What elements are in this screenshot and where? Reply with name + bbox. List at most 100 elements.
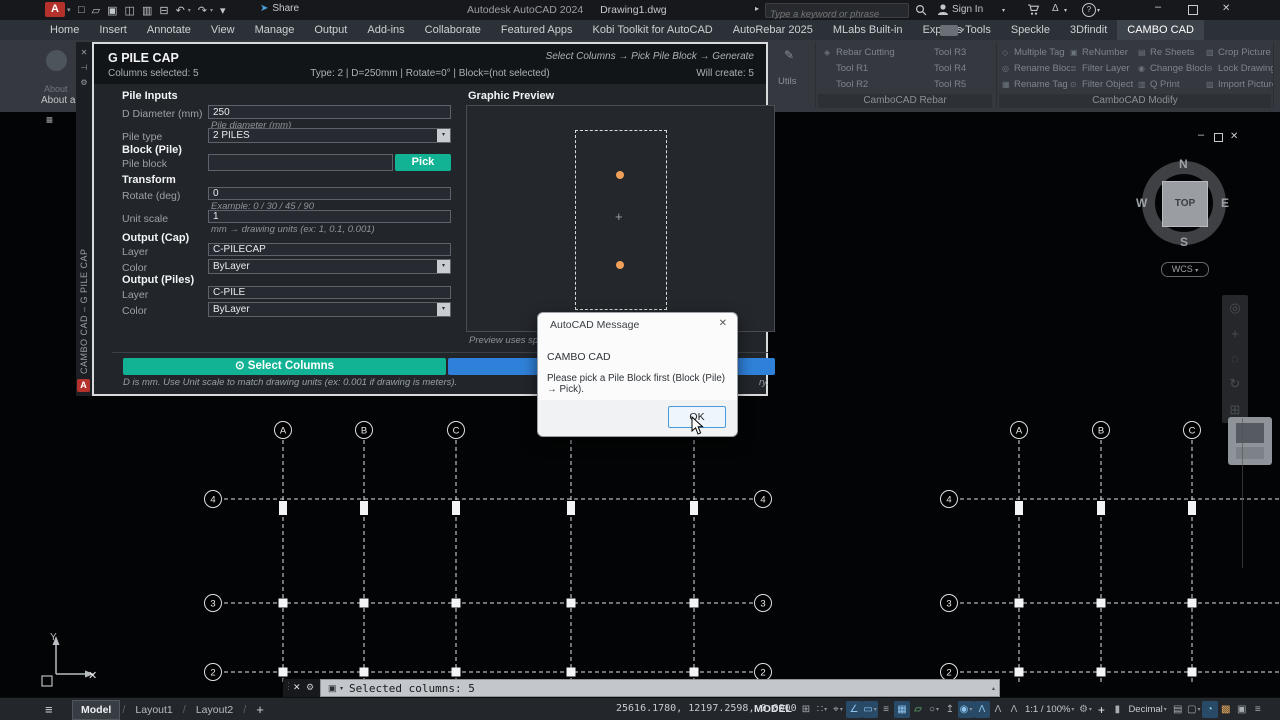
- sign-in-button[interactable]: Sign In: [952, 4, 983, 15]
- tab-autorebar-2025[interactable]: AutoRebar 2025: [723, 20, 823, 40]
- status-isolate-objects-icon[interactable]: ▩: [1218, 701, 1234, 718]
- plot-icon[interactable]: ▥: [142, 4, 152, 17]
- print-icon[interactable]: ⊟: [159, 4, 168, 17]
- palette-autohide-icon[interactable]: ⊣: [76, 63, 92, 72]
- status-layer-indicator-icon[interactable]: ▱: [910, 701, 926, 718]
- window-restore-button[interactable]: [1188, 5, 1198, 15]
- new-layout-button[interactable]: +: [248, 702, 272, 717]
- showmotion-icon[interactable]: ⊞: [1230, 402, 1241, 418]
- ribbon-item-multiple-tag[interactable]: ◇ Multiple Tag: [1002, 44, 1070, 60]
- layout-tab-layout1[interactable]: Layout1: [127, 701, 180, 719]
- tab-3dfindit[interactable]: 3Dfindit: [1060, 20, 1117, 40]
- zoom-icon[interactable]: ◌: [1231, 351, 1239, 366]
- help-caret-icon[interactable]: ▾: [1097, 7, 1100, 14]
- status-customization-menu-icon[interactable]: ≡: [1250, 701, 1266, 718]
- utils-panel-icon[interactable]: ✎: [784, 48, 794, 62]
- status-clean-screen-icon[interactable]: ▣: [1234, 701, 1250, 718]
- pile-type-select[interactable]: 2 PILES ▾: [208, 128, 451, 143]
- tab-cambo-cad[interactable]: CAMBO CAD: [1117, 20, 1204, 40]
- cart-icon[interactable]: [1028, 4, 1040, 16]
- ribbon-item-change-block[interactable]: ◉ Change Block: [1138, 60, 1206, 76]
- status-viewport-scale-icon[interactable]: 1:1 / 100% ▾: [1022, 701, 1077, 718]
- status-settings-gear-icon[interactable]: ⚙ ▾: [1077, 701, 1093, 718]
- orbit-icon[interactable]: ↻: [1230, 376, 1241, 392]
- status-lineweight-icon[interactable]: ≡: [878, 701, 894, 718]
- status-units-icon[interactable]: Decimal ▾: [1125, 701, 1169, 718]
- model-space-indicator[interactable]: MODEL: [754, 703, 792, 715]
- save-icon[interactable]: ▣: [107, 4, 117, 17]
- tab-collaborate[interactable]: Collaborate: [415, 20, 491, 40]
- tab-annotate[interactable]: Annotate: [137, 20, 201, 40]
- access-caret-icon[interactable]: ▾: [1064, 7, 1067, 14]
- panel-title-modify[interactable]: CamboCAD Modify: [999, 94, 1271, 108]
- search-icon[interactable]: [915, 4, 927, 16]
- status-annotation-autoscale-icon[interactable]: Λ: [974, 701, 990, 718]
- layout-menu-icon[interactable]: ≡: [45, 702, 53, 717]
- new-file-icon[interactable]: □: [78, 4, 85, 16]
- viewport-close-icon[interactable]: ✕: [1230, 131, 1238, 142]
- tab-view[interactable]: View: [201, 20, 245, 40]
- tab-home[interactable]: Home: [40, 20, 89, 40]
- ribbon-item-import-picture[interactable]: ▨ Import Picture: [1206, 76, 1274, 92]
- pile-block-input[interactable]: [208, 154, 393, 171]
- app-menu-button[interactable]: A: [45, 2, 65, 17]
- panel-title-rebar[interactable]: CamboCAD Rebar: [818, 94, 992, 108]
- window-close-button[interactable]: ✕: [1222, 3, 1230, 14]
- diameter-input[interactable]: [208, 105, 451, 119]
- customize-qat-icon[interactable]: ▾: [220, 4, 226, 17]
- save-as-icon[interactable]: ◫: [125, 4, 135, 17]
- viewcube-south[interactable]: S: [1180, 235, 1188, 249]
- palette-title-strip[interactable]: ✕ ⊣ ⚙ CAMBO CAD – G PILE CAP A: [76, 42, 92, 396]
- cap-color-select[interactable]: ByLayer ▾: [208, 259, 451, 274]
- command-window-icon[interactable]: ▣: [328, 683, 337, 694]
- unit-scale-input[interactable]: [208, 210, 451, 223]
- ribbon-item-rename-tag[interactable]: ▦ Rename Tag: [1002, 76, 1070, 92]
- palette-close-icon[interactable]: ✕: [76, 48, 92, 57]
- status-grid-display-icon[interactable]: ⊞: [798, 701, 814, 718]
- status-transparency-icon[interactable]: ○ ▾: [926, 701, 942, 718]
- tab-mlabs-built-in[interactable]: MLabs Built-in: [823, 20, 913, 40]
- search-expand-icon[interactable]: ▸: [755, 4, 759, 13]
- tab-speckle[interactable]: Speckle: [1001, 20, 1060, 40]
- piles-color-select[interactable]: ByLayer ▾: [208, 302, 451, 317]
- command-close-icon[interactable]: ✕: [293, 682, 301, 693]
- navigation-wheel-icon[interactable]: ◎: [1229, 300, 1240, 316]
- tab-featured-apps[interactable]: Featured Apps: [491, 20, 583, 40]
- viewport-minimize-icon[interactable]: –: [1198, 129, 1204, 141]
- tab-insert[interactable]: Insert: [89, 20, 137, 40]
- autodesk-access-icon[interactable]: Δ: [1052, 3, 1059, 14]
- status-display-settings-icon[interactable]: ▢ ▾: [1186, 701, 1202, 718]
- ribbon-display-toggle-icon[interactable]: [940, 25, 958, 36]
- cap-color-dropdown-icon[interactable]: ▾: [437, 260, 450, 273]
- ribbon-display-caret-icon[interactable]: ▾: [961, 26, 965, 34]
- piles-layer-input[interactable]: [208, 286, 451, 299]
- model-space-canvas[interactable]: A B C 4 4 3 3 2 2 A B C 4 3 2: [0, 410, 1280, 702]
- status-polar-tracking-icon[interactable]: ∠: [846, 701, 862, 718]
- viewcube-top-face[interactable]: TOP: [1162, 181, 1208, 227]
- status-snap-mode-icon[interactable]: ∷ ▾: [814, 701, 830, 718]
- app-menu-caret-icon[interactable]: ▾: [67, 6, 71, 14]
- about-button[interactable]: [46, 50, 67, 71]
- user-icon[interactable]: [938, 4, 948, 16]
- tab-output[interactable]: Output: [304, 20, 357, 40]
- status-crosshair-toggle-icon[interactable]: +: [1093, 701, 1109, 718]
- ribbon-item-tool-r2[interactable]: Tool R2: [824, 76, 922, 92]
- status-calculator-icon[interactable]: ▤: [1170, 701, 1186, 718]
- status-graphics-performance-icon[interactable]: ◔: [1201, 701, 1218, 718]
- select-columns-button[interactable]: ⊙ Select Columns: [123, 358, 446, 375]
- palette-properties-icon[interactable]: ⚙: [76, 78, 92, 87]
- layout-tab-layout2[interactable]: Layout2: [188, 701, 241, 719]
- ribbon-item-rename-block[interactable]: ◎ Rename Block: [1002, 60, 1070, 76]
- viewcube-north[interactable]: N: [1179, 157, 1188, 171]
- undo-icon-caret[interactable]: ▾: [188, 7, 191, 14]
- ribbon-item-tool-r1[interactable]: Tool R1: [824, 60, 922, 76]
- ribbon-item-filter-layer[interactable]: ≣ Filter Layer: [1070, 60, 1138, 76]
- docked-tool-button[interactable]: [1228, 417, 1272, 465]
- viewcube-east[interactable]: E: [1221, 196, 1229, 210]
- tab-add-ins[interactable]: Add-ins: [357, 20, 414, 40]
- status-snap-grid-icon[interactable]: ▦: [894, 701, 910, 718]
- command-prompt[interactable]: Selected columns: 5: [349, 682, 475, 695]
- command-caret-icon[interactable]: ▾: [340, 685, 343, 692]
- ribbon-item-re-sheets[interactable]: ▤ Re Sheets: [1138, 44, 1206, 60]
- ribbon-item-rebar-cutting[interactable]: ◈ Rebar Cutting: [824, 44, 922, 60]
